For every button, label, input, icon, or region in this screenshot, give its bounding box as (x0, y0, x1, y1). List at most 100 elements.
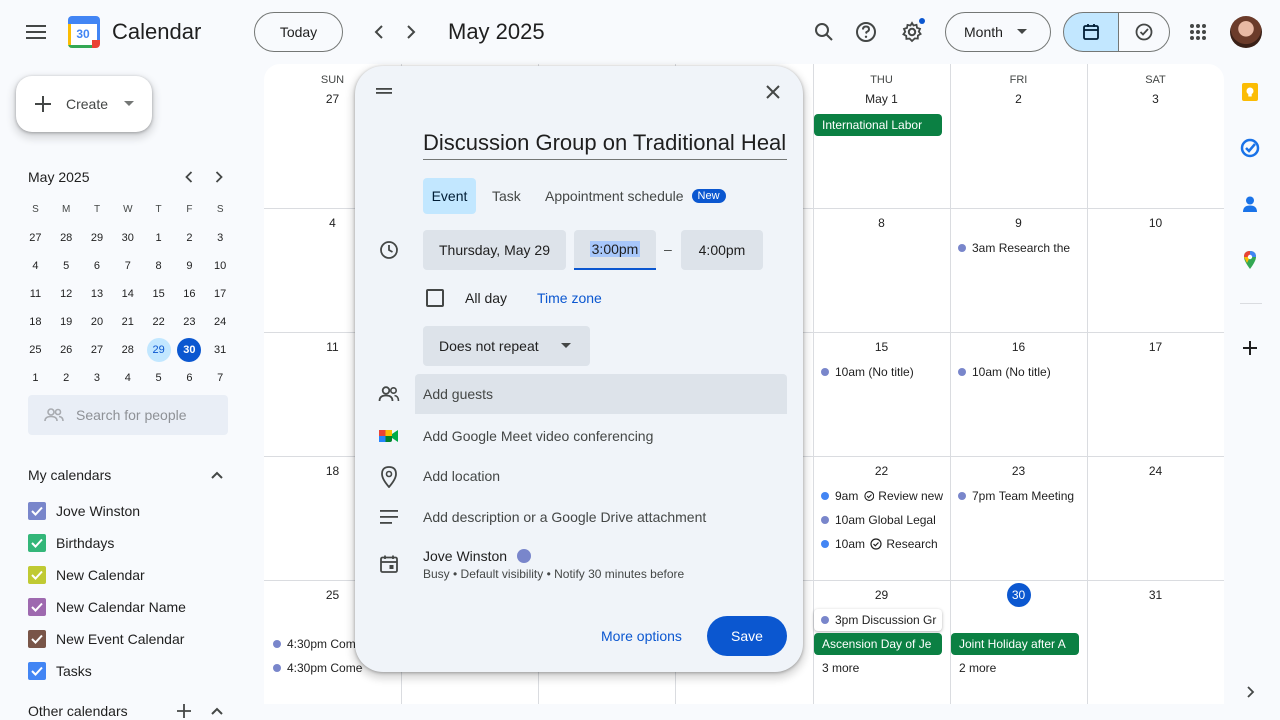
account-avatar[interactable] (1230, 16, 1262, 48)
event-fri16-no-title[interactable]: 10am (No title) (958, 361, 1082, 383)
day-number[interactable]: 8 (813, 216, 950, 230)
mini-day[interactable]: 6 (174, 366, 205, 390)
add-google-meet-button[interactable]: Add Google Meet video conferencing (423, 428, 653, 444)
my-calendars-header[interactable]: My calendars (28, 467, 111, 483)
add-guests-input[interactable]: Add guests (415, 374, 787, 414)
mini-day[interactable]: 28 (51, 226, 82, 250)
search-icon[interactable] (804, 12, 844, 52)
mini-day[interactable]: 18 (20, 310, 51, 334)
maps-icon[interactable] (1240, 250, 1264, 274)
event-fri9-research[interactable]: 3am Research the (958, 237, 1082, 259)
mini-day[interactable]: 2 (51, 366, 82, 390)
day-number[interactable]: 16 (950, 340, 1087, 354)
mini-day[interactable]: 1 (143, 226, 174, 250)
drag-handle-icon[interactable] (376, 87, 392, 95)
mini-day[interactable]: 4 (20, 254, 51, 278)
mini-day[interactable]: 12 (51, 282, 82, 306)
mini-day[interactable]: 20 (82, 310, 113, 334)
calendar-checkbox[interactable] (28, 598, 46, 616)
mini-day[interactable]: 19 (51, 310, 82, 334)
end-time-picker[interactable]: 4:00pm (681, 230, 763, 270)
day-number[interactable]: 3 (1087, 92, 1224, 106)
add-description-field[interactable]: Add description or a Google Drive attach… (423, 509, 706, 525)
next-period-icon[interactable] (395, 16, 427, 48)
day-number[interactable]: 9 (950, 216, 1087, 230)
day-number[interactable]: 31 (1087, 588, 1224, 602)
mini-day[interactable]: 28 (112, 338, 143, 362)
mini-day[interactable]: 11 (20, 282, 51, 306)
mini-day[interactable]: 5 (143, 366, 174, 390)
other-calendars-header[interactable]: Other calendars (28, 703, 128, 719)
mini-day[interactable]: 15 (143, 282, 174, 306)
keep-icon[interactable] (1240, 82, 1264, 106)
calendar-item[interactable]: New Calendar (28, 563, 145, 587)
tasks-icon[interactable] (1240, 138, 1264, 162)
mini-day[interactable]: 9 (174, 254, 205, 278)
task-thu22-research[interactable]: 10am Research (821, 533, 943, 555)
calendar-logo-icon[interactable]: 30 (68, 16, 100, 48)
calendar-checkbox[interactable] (28, 502, 46, 520)
mini-day[interactable]: 30 (112, 226, 143, 250)
collapse-chevron-up-icon[interactable] (205, 463, 229, 487)
date-picker[interactable]: Thursday, May 29 (423, 230, 566, 270)
task-thu22-review[interactable]: 9am Review new (821, 485, 943, 507)
day-number[interactable]: 22 (813, 464, 950, 478)
fri30-more-link[interactable]: 2 more (959, 661, 996, 675)
mini-day[interactable]: 5 (51, 254, 82, 278)
mini-day[interactable]: 23 (174, 310, 205, 334)
add-location-field[interactable]: Add location (423, 468, 500, 484)
calendar-view-toggle[interactable] (1063, 12, 1119, 52)
mini-prev-month-icon[interactable] (177, 165, 201, 189)
search-people-field[interactable]: Search for people (28, 395, 228, 435)
mini-day[interactable]: 1 (20, 366, 51, 390)
day-number[interactable]: 23 (950, 464, 1087, 478)
expand-side-panel-chevron-icon[interactable] (1240, 682, 1264, 706)
event-thu29-draft[interactable]: 3pm Discussion Gr (814, 609, 942, 631)
calendar-checkbox[interactable] (28, 662, 46, 680)
help-icon[interactable] (846, 12, 886, 52)
day-number[interactable]: 10 (1087, 216, 1224, 230)
event-fri23-team-meeting[interactable]: 7pm Team Meeting (958, 485, 1082, 507)
mini-day[interactable]: 8 (143, 254, 174, 278)
event-sun25-com[interactable]: 4:30pm Com (273, 633, 363, 655)
mini-day[interactable]: 27 (20, 226, 51, 250)
mini-day[interactable]: 2 (174, 226, 205, 250)
event-title-input[interactable]: Discussion Group on Traditional Heali (423, 126, 787, 160)
mini-day[interactable]: 22 (143, 310, 174, 334)
calendar-item[interactable]: New Calendar Name (28, 595, 186, 619)
mini-day[interactable]: 29 (146, 338, 171, 362)
calendar-checkbox[interactable] (28, 534, 46, 552)
view-select-dropdown[interactable]: Month (945, 12, 1051, 52)
mini-day[interactable]: 10 (205, 254, 236, 278)
event-international-labor[interactable]: International Labor (814, 114, 942, 136)
day-number[interactable]: 24 (1087, 464, 1224, 478)
event-thu22-global-legal[interactable]: 10am Global Legal (821, 509, 943, 531)
calendar-details[interactable]: Busy • Default visibility • Notify 30 mi… (423, 567, 684, 581)
repeat-dropdown[interactable]: Does not repeat (423, 326, 590, 366)
tab-appointment-schedule[interactable]: Appointment schedule New (545, 188, 726, 204)
mini-day[interactable]: 17 (205, 282, 236, 306)
today-button[interactable]: Today (254, 12, 343, 52)
mini-day[interactable]: 14 (112, 282, 143, 306)
mini-day[interactable]: 29 (82, 226, 113, 250)
save-button[interactable]: Save (707, 616, 787, 656)
calendar-item[interactable]: Birthdays (28, 531, 114, 555)
other-calendars-chevron-up-icon[interactable] (205, 699, 229, 720)
create-button[interactable]: Create (16, 76, 152, 132)
contacts-icon[interactable] (1240, 194, 1264, 218)
today-circle[interactable]: 30 (1006, 583, 1031, 607)
mini-day[interactable]: 24 (205, 310, 236, 334)
mini-day[interactable]: 13 (82, 282, 113, 306)
mini-day[interactable]: 25 (20, 338, 51, 362)
tab-event[interactable]: Event (423, 178, 476, 214)
day-number[interactable]: 2 (950, 92, 1087, 106)
close-icon[interactable] (757, 76, 789, 108)
day-number[interactable]: 15 (813, 340, 950, 354)
calendar-item[interactable]: Jove Winston (28, 499, 140, 523)
all-day-checkbox[interactable] (426, 289, 444, 307)
add-other-calendar-plus-icon[interactable] (172, 699, 196, 720)
mini-day[interactable]: 4 (112, 366, 143, 390)
mini-day[interactable]: 30 (177, 338, 202, 362)
day-number[interactable]: May 1 (813, 92, 950, 106)
apps-grid-icon[interactable] (1178, 12, 1218, 52)
